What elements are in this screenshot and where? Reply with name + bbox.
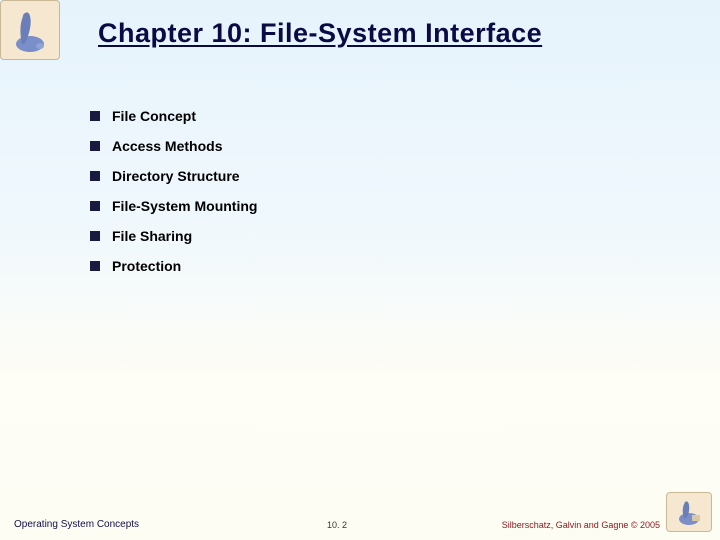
slide-title: Chapter 10: File-System Interface	[98, 18, 690, 49]
list-item-label: Access Methods	[112, 138, 222, 154]
slide-footer: Operating System Concepts 10. 2 Silbersc…	[14, 519, 660, 530]
list-item: Protection	[90, 258, 257, 274]
corner-art-top-left	[0, 0, 60, 60]
dinosaur-icon	[10, 6, 50, 54]
square-bullet-icon	[90, 201, 100, 211]
list-item-label: File-System Mounting	[112, 198, 257, 214]
list-item-label: File Concept	[112, 108, 196, 124]
square-bullet-icon	[90, 141, 100, 151]
list-item: Directory Structure	[90, 168, 257, 184]
list-item: File Sharing	[90, 228, 257, 244]
corner-art-bottom-right	[666, 492, 712, 532]
list-item-label: Directory Structure	[112, 168, 240, 184]
footer-copyright: Silberschatz, Galvin and Gagne © 2005	[502, 520, 660, 530]
square-bullet-icon	[90, 111, 100, 121]
footer-book-title: Operating System Concepts	[14, 519, 139, 530]
list-item: File Concept	[90, 108, 257, 124]
footer-page-number: 10. 2	[327, 520, 347, 530]
list-item: Access Methods	[90, 138, 257, 154]
square-bullet-icon	[90, 231, 100, 241]
square-bullet-icon	[90, 261, 100, 271]
list-item: File-System Mounting	[90, 198, 257, 214]
list-item-label: File Sharing	[112, 228, 192, 244]
bullet-list: File Concept Access Methods Directory St…	[90, 108, 257, 288]
list-item-label: Protection	[112, 258, 181, 274]
dinosaur-icon	[674, 497, 704, 527]
square-bullet-icon	[90, 171, 100, 181]
